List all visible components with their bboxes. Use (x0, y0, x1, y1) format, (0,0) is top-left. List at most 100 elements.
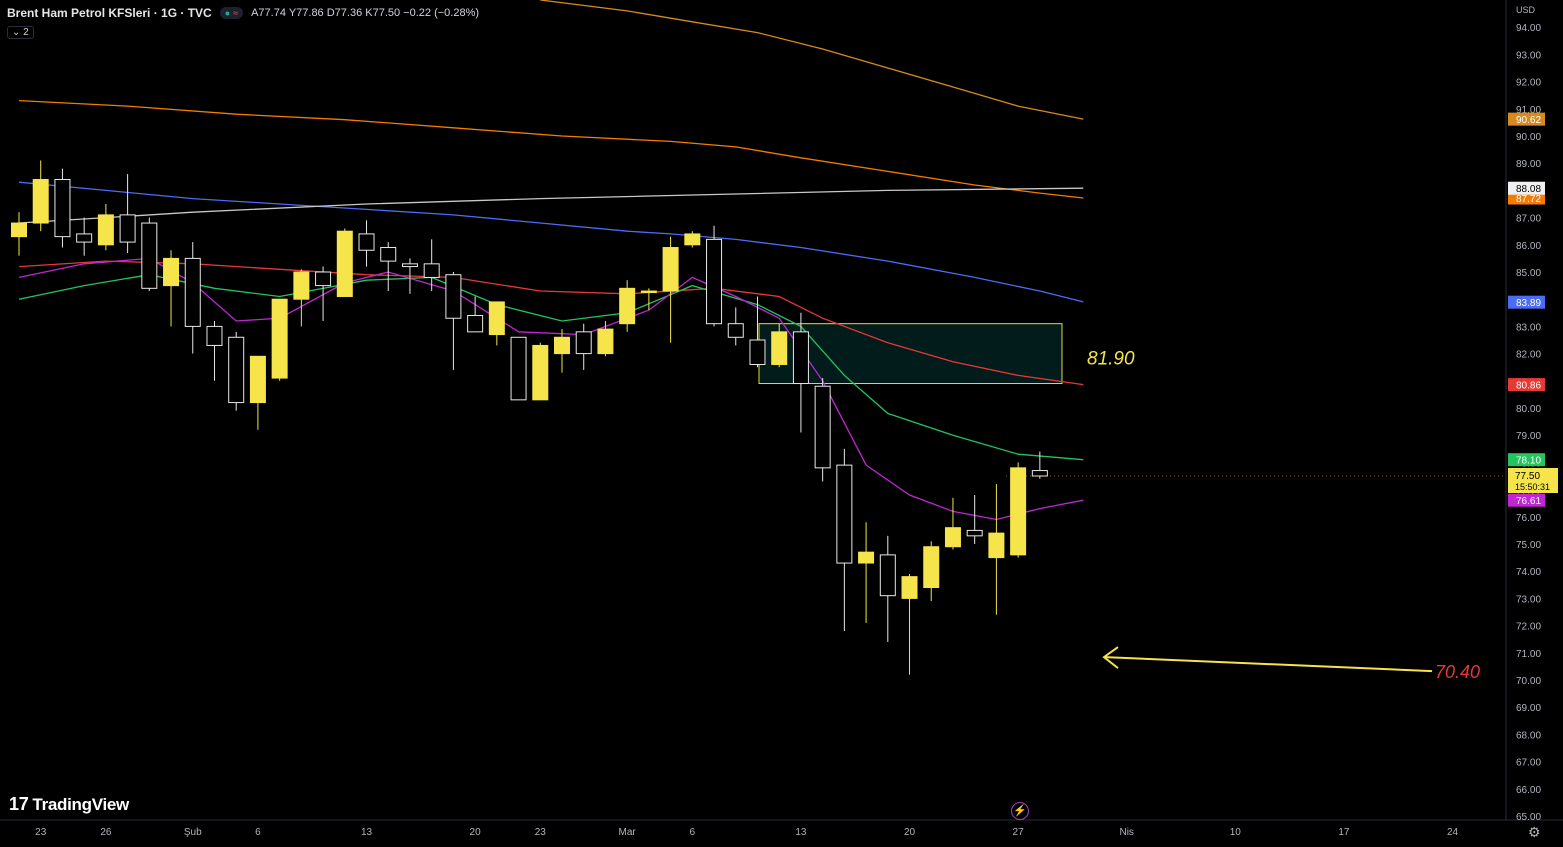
tradingview-logo[interactable]: 17 TradingView (9, 794, 129, 815)
price-badge: 76.61 (1508, 493, 1545, 507)
time-tick-label: 6 (690, 827, 696, 838)
candle[interactable] (249, 355, 266, 430)
candle[interactable] (662, 236, 679, 343)
time-tick-label: 17 (1338, 827, 1350, 838)
candle[interactable] (814, 378, 831, 482)
candle[interactable] (184, 242, 201, 354)
price-badge: 90.62 (1508, 112, 1545, 126)
candle-body (206, 325, 223, 346)
lightning-icon[interactable]: ⚡ (1011, 802, 1029, 820)
candle[interactable] (336, 228, 353, 297)
indicators-toggle[interactable]: ⌄ 2 (7, 26, 34, 39)
moving-average-line-2 (540, 0, 1084, 120)
candle-body (97, 214, 114, 246)
indicator-count: 2 (23, 27, 29, 38)
candle[interactable] (554, 329, 570, 373)
candle[interactable] (206, 320, 223, 381)
price-badge: 83.89 (1508, 295, 1545, 309)
candle-body (445, 274, 462, 319)
price-tick-label: 92.00 (1516, 78, 1541, 89)
candle[interactable] (488, 301, 505, 346)
candle-body (293, 271, 310, 300)
time-tick-label: 26 (100, 827, 112, 838)
price-badge-text: 83.89 (1516, 298, 1541, 309)
candle[interactable] (944, 497, 961, 550)
candle[interactable] (988, 484, 1005, 615)
candle[interactable] (380, 242, 397, 292)
candle-body (749, 339, 766, 365)
tv-logo-icon: 17 (9, 794, 29, 814)
candle[interactable] (1010, 462, 1027, 558)
price-tick-label: 71.00 (1516, 649, 1541, 660)
candle[interactable] (923, 541, 940, 602)
price-badge-text: 76.61 (1516, 496, 1541, 507)
candle[interactable] (76, 217, 93, 256)
candle[interactable] (879, 535, 896, 642)
symbol-title[interactable]: Brent Ham Petrol KFSleri · 1G · TVC (7, 6, 212, 20)
target-label: 70.40 (1435, 662, 1480, 682)
candle[interactable] (141, 217, 158, 292)
price-tick-label: 79.00 (1516, 431, 1541, 442)
candle[interactable] (32, 160, 49, 232)
price-tick-label: 69.00 (1516, 703, 1541, 714)
candle[interactable] (858, 522, 875, 623)
time-tick-label: 23 (35, 827, 47, 838)
price-badge-text: 80.86 (1516, 381, 1541, 392)
price-tick-label: 93.00 (1516, 50, 1541, 61)
price-tick-label: 90.00 (1516, 132, 1541, 143)
candle-body (532, 344, 549, 401)
gear-icon[interactable]: ⚙ (1528, 824, 1541, 841)
candle[interactable] (727, 307, 744, 346)
status-dot-icon: ● (224, 8, 231, 18)
candle[interactable] (445, 272, 462, 370)
candle[interactable] (54, 168, 71, 248)
time-tick-label: 23 (535, 827, 547, 838)
ohlc-values: A77.74 Y77.86 D77.36 K77.50 −0.22 (−0.28… (251, 7, 480, 19)
candle[interactable] (11, 212, 27, 256)
candle-body (358, 233, 375, 251)
candle-body (11, 222, 27, 238)
candle-body (727, 323, 744, 338)
candle-body (684, 233, 701, 246)
candle[interactable] (706, 225, 723, 327)
candle[interactable] (901, 573, 918, 675)
candle-body (380, 247, 397, 262)
currency-label[interactable]: USD (1516, 5, 1536, 15)
candle[interactable] (228, 331, 245, 411)
market-status[interactable]: ● ≈ (219, 7, 244, 19)
time-tick-label: Mar (619, 827, 637, 838)
candle[interactable] (97, 204, 114, 251)
candle[interactable] (119, 174, 136, 253)
candle[interactable] (575, 323, 592, 370)
candle-body (814, 385, 831, 469)
price-tick-label: 83.00 (1516, 322, 1541, 333)
price-chart[interactable]: 81.90 70.40 65.00 66.00 67.00 68.00 69.00 70.00… (0, 0, 1563, 847)
time-tick-label: 13 (795, 827, 807, 838)
candle[interactable] (293, 269, 310, 327)
price-tick-label: 67.00 (1516, 758, 1541, 769)
candle-body (467, 315, 484, 333)
candle-body (901, 576, 918, 599)
candle[interactable] (619, 280, 636, 332)
time-tick-label: 13 (361, 827, 373, 838)
candle[interactable] (966, 495, 983, 544)
candle-body (662, 247, 679, 292)
chart-header: Brent Ham Petrol KFSleri · 1G · TVC ● ≈ A… (7, 6, 479, 20)
candle[interactable] (510, 336, 527, 401)
candle[interactable] (358, 220, 375, 267)
candle[interactable] (836, 448, 853, 632)
candle[interactable] (271, 298, 288, 381)
candle[interactable] (684, 231, 701, 248)
candle[interactable] (163, 250, 180, 327)
candle-body (141, 222, 158, 289)
candle[interactable] (597, 320, 614, 357)
candle[interactable] (315, 266, 332, 321)
price-tick-label: 94.00 (1516, 23, 1541, 34)
candle-body (706, 238, 723, 325)
price-tick-label: 80.00 (1516, 404, 1541, 415)
candle[interactable] (532, 342, 549, 401)
candle-body (771, 331, 788, 365)
candle-body (554, 336, 570, 355)
moving-average-line-6 (18, 257, 1084, 521)
candle-body (1010, 467, 1027, 556)
